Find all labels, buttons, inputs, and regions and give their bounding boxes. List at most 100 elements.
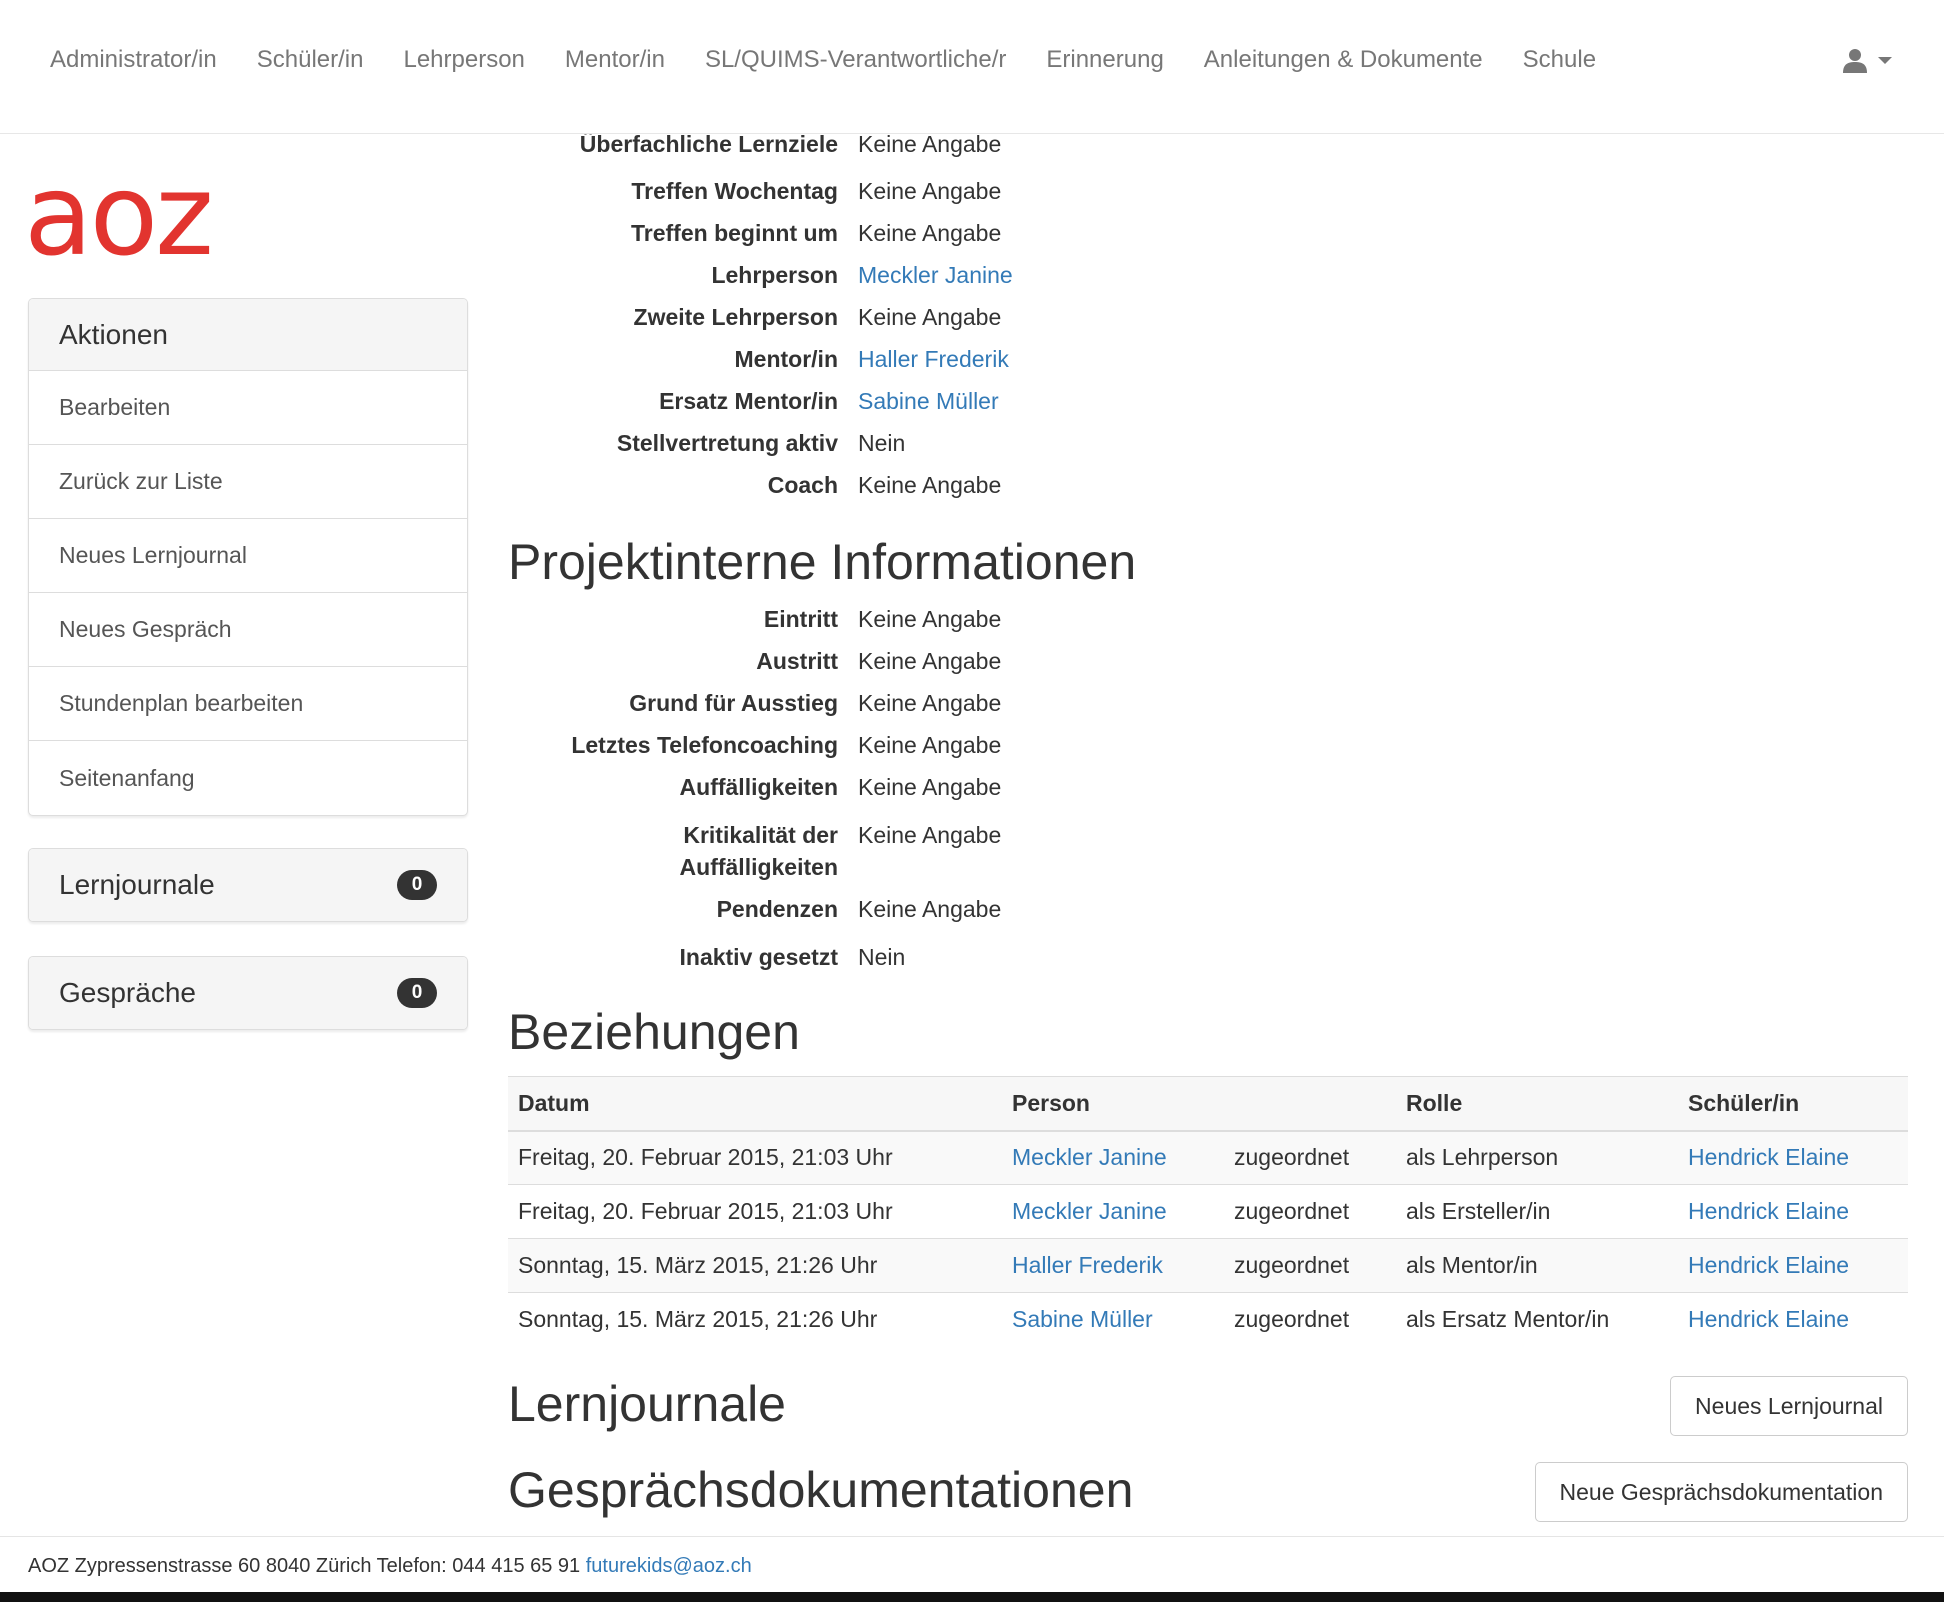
projekt-value: Keine Angabe [858,774,1002,800]
footer-email-link[interactable]: futurekids@aoz.ch [586,1555,752,1577]
detail-label: Lehrperson [711,262,838,288]
projekt-value: Keine Angabe [858,732,1002,758]
cell-person-link[interactable]: Haller Frederik [1002,1238,1224,1293]
action-seitenanfang[interactable]: Seitenanfang [29,741,467,815]
detail-row-beginnt-um: Treffen beginnt um Keine Angabe [510,217,1910,249]
table-header-row: Datum Person Rolle Schüler/in [508,1076,1908,1132]
detail-value: Keine Angabe [858,220,1002,246]
ersatz-mentor-link[interactable]: Sabine Müller [858,385,999,417]
cell-rolle: als Lehrperson [1396,1130,1678,1185]
mentor-link[interactable]: Haller Frederik [858,343,1009,375]
detail-row-ersatz-mentor: Ersatz Mentor/in Sabine Müller [510,385,1910,417]
gespraeche-panel[interactable]: Gespräche 0 [28,956,468,1030]
projekt-row-pendenzen: Pendenzen Keine Angabe [510,893,1910,925]
detail-row-mentor: Mentor/in Haller Frederik [510,343,1910,375]
action-neues-lernjournal[interactable]: Neues Lernjournal [29,519,467,593]
cell-datum: Freitag, 20. Februar 2015, 21:03 Uhr [508,1130,1002,1185]
projekt-label: Kritikalität der Auffälligkeiten [679,822,838,880]
detail-value: Keine Angabe [858,178,1002,204]
nav-item-sl-quims[interactable]: SL/QUIMS-Verantwortliche/r [685,0,1026,120]
cell-aktion: zugeordnet [1224,1130,1396,1185]
cell-schueler-link[interactable]: Hendrick Elaine [1678,1130,1908,1185]
nav-item-erinnerung[interactable]: Erinnerung [1026,0,1183,120]
neues-lernjournal-button[interactable]: Neues Lernjournal [1670,1376,1908,1436]
table-row: Freitag, 20. Februar 2015, 21:03 Uhr Mec… [508,1184,1908,1239]
beziehungen-heading: Beziehungen [508,1004,800,1060]
lernjournale-panel-title: Lernjournale [59,869,215,900]
nav-item-lehrperson[interactable]: Lehrperson [383,0,544,120]
cell-schueler-link[interactable]: Hendrick Elaine [1678,1292,1908,1347]
footer-address: AOZ Zypressenstrasse 60 8040 Zürich Tele… [28,1555,581,1577]
neue-gespraechsdokumentation-button[interactable]: Neue Gesprächsdokumentation [1534,1462,1908,1522]
detail-row-coach: Coach Keine Angabe [510,469,1910,501]
projekt-value: Keine Angabe [858,822,1002,848]
nav-item-administrator[interactable]: Administrator/in [30,0,237,120]
chevron-down-icon [1878,56,1892,64]
action-stundenplan-bearbeiten[interactable]: Stundenplan bearbeiten [29,667,467,741]
lernjournale-panel[interactable]: Lernjournale 0 [28,848,468,922]
action-bearbeiten[interactable]: Bearbeiten [29,371,467,445]
detail-label: Treffen Wochentag [631,178,838,204]
aoz-logo[interactable]: aoz [24,160,214,272]
detail-row-wochentag: Treffen Wochentag Keine Angabe [510,175,1910,207]
table-row: Sonntag, 15. März 2015, 21:26 Uhr Sabine… [508,1292,1908,1347]
projekt-label: Grund für Ausstieg [629,690,838,716]
cell-aktion: zugeordnet [1224,1184,1396,1239]
user-menu-dropdown[interactable] [1842,44,1892,76]
projekt-value: Keine Angabe [858,896,1002,922]
projekt-label: Eintritt [763,606,838,632]
action-zurueck-zur-liste[interactable]: Zurück zur Liste [29,445,467,519]
cell-datum: Sonntag, 15. März 2015, 21:26 Uhr [508,1292,1002,1347]
projekt-row-eintritt: Eintritt Keine Angabe [510,603,1910,635]
cell-aktion: zugeordnet [1224,1292,1396,1347]
detail-label: Treffen beginnt um [631,220,838,246]
beziehungen-table: Datum Person Rolle Schüler/in Freitag, 2… [508,1076,1908,1347]
column-header-schueler: Schüler/in [1678,1076,1908,1132]
projekt-value: Keine Angabe [858,690,1002,716]
cell-schueler-link[interactable]: Hendrick Elaine [1678,1184,1908,1239]
projekt-row-kritikalitaet: Kritikalität der Auffälligkeiten Keine A… [510,819,1910,883]
cell-datum: Sonntag, 15. März 2015, 21:26 Uhr [508,1238,1002,1293]
top-navbar: Administrator/in Schüler/in Lehrperson M… [0,0,1944,134]
lehrperson-link[interactable]: Meckler Janine [858,259,1013,291]
projekt-value: Keine Angabe [858,606,1002,632]
actions-panel: Aktionen Bearbeiten Zurück zur Liste Neu… [28,298,468,816]
cell-schueler-link[interactable]: Hendrick Elaine [1678,1238,1908,1293]
nav-item-mentor[interactable]: Mentor/in [545,0,685,120]
column-header-aktion [1224,1076,1396,1132]
projekt-row-austritt: Austritt Keine Angabe [510,645,1910,677]
projekt-row-auffaelligkeiten: Auffälligkeiten Keine Angabe [510,771,1910,803]
detail-label: Coach [767,472,838,498]
table-row: Sonntag, 15. März 2015, 21:26 Uhr Haller… [508,1238,1908,1293]
cell-person-link[interactable]: Meckler Janine [1002,1184,1224,1239]
gespraeche-count-badge: 0 [397,978,437,1008]
cell-person-link[interactable]: Sabine Müller [1002,1292,1224,1347]
column-header-person: Person [1002,1076,1224,1132]
gespraeche-panel-title: Gespräche [59,977,196,1008]
lernjournale-panel-heading[interactable]: Lernjournale 0 [29,849,467,921]
column-header-datum: Datum [508,1076,1002,1132]
cell-aktion: zugeordnet [1224,1238,1396,1293]
projekt-label: Pendenzen [716,896,838,922]
cell-datum: Freitag, 20. Februar 2015, 21:03 Uhr [508,1184,1002,1239]
action-neues-gespraech[interactable]: Neues Gespräch [29,593,467,667]
column-header-rolle: Rolle [1396,1076,1678,1132]
actions-panel-title: Aktionen [29,299,467,371]
detail-value: Keine Angabe [858,304,1002,330]
lernjournale-count-badge: 0 [397,870,437,900]
actions-title: Aktionen [59,318,168,350]
projekt-label: Austritt [756,648,838,674]
detail-label: Mentor/in [734,346,839,372]
nav-item-anleitungen[interactable]: Anleitungen & Dokumente [1184,0,1503,120]
gespraechsdokumentationen-heading: Gesprächsdokumentationen [508,1462,1134,1518]
bottom-edge-bar [0,1592,1944,1602]
lernjournale-heading: Lernjournale [508,1376,786,1432]
projekt-row-grund-ausstieg: Grund für Ausstieg Keine Angabe [510,687,1910,719]
gespraeche-panel-heading[interactable]: Gespräche 0 [29,957,467,1029]
detail-row-lehrperson: Lehrperson Meckler Janine [510,259,1910,291]
detail-row-zweite-lehrperson: Zweite Lehrperson Keine Angabe [510,301,1910,333]
nav-item-schueler[interactable]: Schüler/in [237,0,384,120]
cell-person-link[interactable]: Meckler Janine [1002,1130,1224,1185]
nav-item-schule[interactable]: Schule [1503,0,1616,120]
projekt-heading: Projektinterne Informationen [508,534,1137,590]
